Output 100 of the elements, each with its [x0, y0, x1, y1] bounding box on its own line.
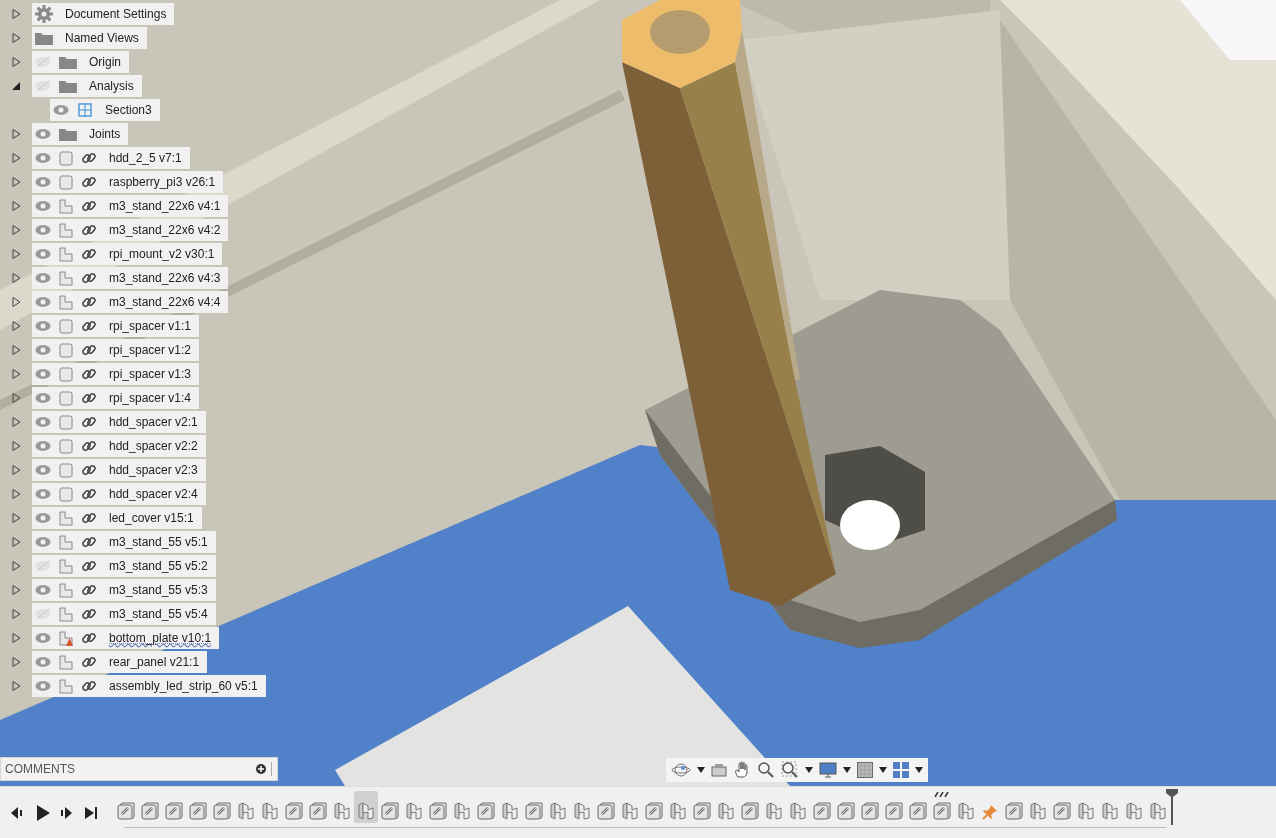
browser-item[interactable]: rpi_mount_v2 v30:1 [32, 243, 223, 265]
zoom-window-icon[interactable] [781, 761, 799, 779]
dropdown-caret-icon[interactable] [879, 767, 887, 773]
browser-item[interactable]: hdd_spacer v2:4 [32, 483, 206, 505]
collapsed-arrow-icon[interactable] [11, 633, 21, 643]
browser-item[interactable]: Section3 [50, 99, 160, 121]
browser-item[interactable]: m3_stand_22x6 v4:4 [32, 291, 229, 313]
eye-icon[interactable] [35, 296, 51, 308]
eye-icon[interactable] [35, 512, 51, 524]
eye-icon[interactable] [35, 488, 51, 500]
zoom-icon[interactable] [757, 761, 775, 779]
collapsed-arrow-icon[interactable] [11, 513, 21, 523]
browser-item[interactable]: m3_stand_22x6 v4:2 [32, 219, 229, 241]
browser-item[interactable]: rpi_spacer v1:3 [32, 363, 200, 385]
collapsed-arrow-icon[interactable] [11, 201, 21, 211]
browser-item[interactable]: rpi_spacer v1:1 [32, 315, 200, 337]
browser-item[interactable]: Document Settings [32, 3, 175, 25]
collapsed-arrow-icon[interactable] [11, 489, 21, 499]
collapsed-arrow-icon[interactable] [11, 345, 21, 355]
collapsed-arrow-icon[interactable] [11, 57, 21, 67]
collapsed-arrow-icon[interactable] [11, 681, 21, 691]
collapsed-arrow-icon[interactable] [11, 177, 21, 187]
dropdown-caret-icon[interactable] [697, 767, 705, 773]
collapsed-arrow-icon[interactable] [11, 417, 21, 427]
eye-icon[interactable] [35, 272, 51, 284]
eye-icon[interactable] [35, 416, 51, 428]
dropdown-caret-icon[interactable] [915, 767, 923, 773]
browser-item[interactable]: rpi_spacer v1:4 [32, 387, 200, 409]
dropdown-caret-icon[interactable] [805, 767, 813, 773]
timeline-item[interactable] [354, 790, 378, 823]
eye-icon[interactable] [35, 464, 51, 476]
browser-item[interactable]: bottom_plate v10:1 [32, 627, 220, 649]
browser-item[interactable]: hdd_2_5 v7:1 [32, 147, 190, 169]
eye-icon[interactable] [35, 680, 51, 692]
collapsed-arrow-icon[interactable] [11, 153, 21, 163]
browser-item[interactable]: m3_stand_22x6 v4:3 [32, 267, 229, 289]
collapsed-arrow-icon[interactable] [11, 441, 21, 451]
camera-icon[interactable] [711, 763, 727, 777]
browser-item[interactable]: hdd_spacer v2:3 [32, 459, 206, 481]
eye-icon[interactable] [35, 632, 51, 644]
browser-item[interactable]: assembly_led_strip_60 v5:1 [32, 675, 266, 697]
browser-item[interactable]: m3_stand_55 v5:2 [32, 555, 216, 577]
eye-icon[interactable] [35, 320, 51, 332]
eye-icon[interactable] [35, 536, 51, 548]
collapsed-arrow-icon[interactable] [11, 129, 21, 139]
eye-icon[interactable] [35, 344, 51, 356]
browser-item[interactable]: Origin [32, 51, 129, 73]
step-back-icon[interactable] [10, 805, 24, 820]
collapsed-arrow-icon[interactable] [11, 225, 21, 235]
collapsed-arrow-icon[interactable] [11, 537, 21, 547]
collapsed-arrow-icon[interactable] [11, 369, 21, 379]
browser-item[interactable]: m3_stand_55 v5:1 [32, 531, 216, 553]
step-forward-icon[interactable] [60, 805, 74, 820]
eye-icon[interactable] [35, 152, 51, 164]
browser-item[interactable]: led_cover v15:1 [32, 507, 202, 529]
eye-icon[interactable] [35, 224, 51, 236]
eye-icon[interactable] [35, 392, 51, 404]
collapsed-arrow-icon[interactable] [11, 465, 21, 475]
add-icon[interactable] [256, 764, 266, 774]
skip-to-end-icon[interactable] [84, 805, 98, 820]
collapsed-arrow-icon[interactable] [11, 297, 21, 307]
eye-icon[interactable] [35, 368, 51, 380]
collapsed-arrow-icon[interactable] [11, 249, 21, 259]
eye-icon[interactable] [53, 104, 69, 116]
eye-icon[interactable] [35, 128, 51, 140]
browser-item[interactable]: raspberry_pi3 v26:1 [32, 171, 224, 193]
browser-item[interactable]: Analysis [32, 75, 142, 97]
collapsed-arrow-icon[interactable] [11, 657, 21, 667]
browser-item[interactable]: hdd_spacer v2:1 [32, 411, 206, 433]
timeline-marker-icon[interactable] [1166, 788, 1178, 825]
collapsed-arrow-icon[interactable] [11, 609, 21, 619]
eye-icon[interactable] [35, 440, 51, 452]
browser-item[interactable]: rear_panel v21:1 [32, 651, 208, 673]
collapsed-arrow-icon[interactable] [11, 561, 21, 571]
eye-icon[interactable] [35, 176, 51, 188]
collapsed-arrow-icon[interactable] [11, 585, 21, 595]
panel-handle-icon[interactable] [270, 762, 273, 776]
expanded-arrow-icon[interactable] [11, 81, 21, 91]
browser-item[interactable]: Joints [32, 123, 129, 145]
eye-icon[interactable] [35, 584, 51, 596]
eye-icon[interactable] [35, 200, 51, 212]
collapsed-arrow-icon[interactable] [11, 33, 21, 43]
browser-item[interactable]: hdd_spacer v2:2 [32, 435, 206, 457]
collapsed-arrow-icon[interactable] [11, 9, 21, 19]
display-icon[interactable] [819, 762, 837, 778]
hand-pan-icon[interactable] [733, 761, 751, 779]
grid-icon[interactable] [857, 762, 873, 778]
timeline-item[interactable] [930, 790, 954, 823]
eye-icon[interactable] [35, 656, 51, 668]
eye-icon[interactable] [35, 248, 51, 260]
browser-item[interactable]: rpi_spacer v1:2 [32, 339, 200, 361]
browser-item[interactable]: m3_stand_55 v5:3 [32, 579, 216, 601]
collapsed-arrow-icon[interactable] [11, 321, 21, 331]
browser-item[interactable]: m3_stand_22x6 v4:1 [32, 195, 229, 217]
browser-item[interactable]: m3_stand_55 v5:4 [32, 603, 216, 625]
browser-item[interactable]: Named Views [32, 27, 147, 49]
collapsed-arrow-icon[interactable] [11, 273, 21, 283]
orbit-icon[interactable] [671, 761, 691, 779]
dropdown-caret-icon[interactable] [843, 767, 851, 773]
viewports-icon[interactable] [893, 762, 909, 778]
